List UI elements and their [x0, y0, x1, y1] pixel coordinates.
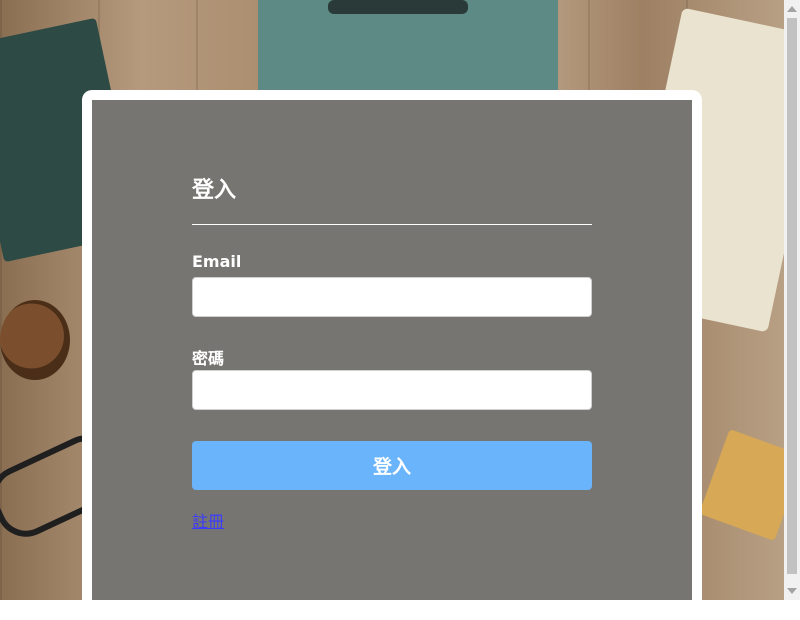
box-decoration [699, 429, 784, 541]
login-card-overlay [92, 100, 692, 600]
login-button[interactable]: 登入 [192, 441, 592, 490]
email-label: Email [192, 252, 242, 271]
scroll-up-icon[interactable] [787, 6, 797, 12]
pinecone-decoration [0, 300, 70, 380]
login-title: 登入 [192, 178, 237, 203]
scroll-thumb[interactable] [787, 18, 797, 574]
scroll-down-icon[interactable] [787, 588, 797, 594]
title-divider [192, 224, 592, 225]
email-input[interactable] [192, 277, 592, 317]
password-input[interactable] [192, 370, 592, 410]
register-link[interactable]: 註冊 [192, 508, 224, 532]
password-label: 密碼 [192, 349, 225, 368]
vertical-scrollbar[interactable] [784, 0, 800, 600]
